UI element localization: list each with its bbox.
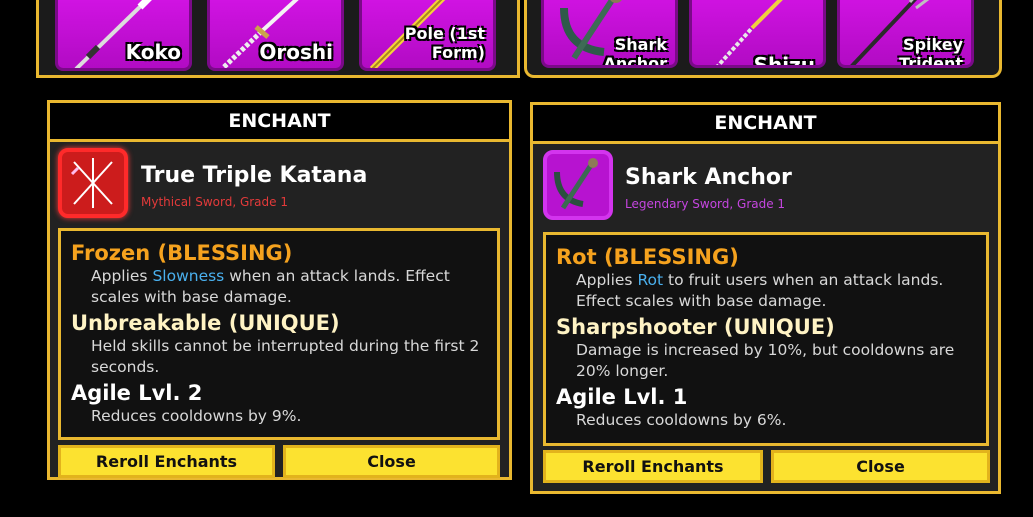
weapon-slot-koko[interactable]: Koko: [55, 0, 192, 71]
reroll-enchants-button[interactable]: Reroll Enchants: [58, 445, 275, 478]
enchant-description: Reduces cooldowns by 9%.: [91, 407, 302, 425]
enchant-list[interactable]: Rot (BLESSING) Applies Rot to fruit user…: [543, 232, 989, 446]
enchant-description: Reduces cooldowns by 6%.: [576, 411, 787, 429]
item-name: Shark Anchor: [625, 165, 792, 190]
weapon-slot-spikey-trident[interactable]: Spikey Trident: [837, 0, 974, 68]
enchant-name: Frozen (BLESSING): [71, 241, 293, 265]
panel-title: ENCHANT: [50, 103, 509, 142]
enchant-description: Damage is increased by 10%, but cooldown…: [576, 341, 955, 380]
weapon-slot-shizu[interactable]: Shizu: [689, 0, 826, 68]
weapon-slot-label: Spikey Trident: [899, 35, 963, 68]
enchant-panel-true-triple-katana: ENCHANT True Triple Katana Mythical Swor…: [47, 100, 512, 480]
weapon-slot-label: Koko: [125, 40, 181, 64]
weapon-slot-label: Shark Anchor: [603, 35, 667, 68]
shark-anchor-icon: [554, 158, 598, 210]
weapon-slot-shark-anchor[interactable]: Shark Anchor: [541, 0, 678, 68]
status-keyword: Slowness: [152, 267, 225, 285]
weapon-slot-label: Pole (1st Form): [404, 24, 485, 62]
item-subtitle: Legendary Sword, Grade 1: [625, 197, 786, 211]
enchant-name: Agile Lvl. 1: [556, 385, 688, 409]
item-icon-frame: [543, 150, 613, 220]
enchant-name: Unbreakable (UNIQUE): [71, 311, 340, 335]
inventory-strip-right: Shark Anchor Shizu Spikey Trident: [524, 0, 1002, 78]
enchant-description: Applies Slowness when an attack lands. E…: [91, 267, 450, 306]
enchant-description: Held skills cannot be interrupted during…: [91, 337, 480, 376]
enchant-panel-shark-anchor: ENCHANT Shark Anchor Legendary Sword, Gr…: [530, 102, 1001, 494]
item-name: True Triple Katana: [141, 163, 368, 188]
item-subtitle: Mythical Sword, Grade 1: [141, 195, 288, 209]
enchant-name: Sharpshooter (UNIQUE): [556, 315, 835, 339]
close-button[interactable]: Close: [283, 445, 500, 478]
enchant-name: Rot (BLESSING): [556, 245, 739, 269]
weapon-slot-label: Oroshi: [259, 40, 333, 64]
status-keyword: Rot: [637, 271, 664, 289]
reroll-enchants-button[interactable]: Reroll Enchants: [543, 450, 763, 483]
enchant-description: Applies Rot to fruit users when an attac…: [576, 271, 944, 310]
weapon-slot-pole[interactable]: Pole (1st Form): [359, 0, 496, 71]
inventory-strip-left: Koko Oroshi Pole (1st Form): [36, 0, 520, 78]
panel-title: ENCHANT: [533, 105, 998, 144]
enchant-list[interactable]: Frozen (BLESSING) Applies Slowness when …: [58, 228, 500, 440]
close-button[interactable]: Close: [771, 450, 990, 483]
weapon-slot-label: Shizu: [753, 53, 815, 68]
weapon-slot-oroshi[interactable]: Oroshi: [207, 0, 344, 71]
item-icon-frame: [58, 148, 128, 218]
triple-katana-icon: [70, 158, 113, 208]
enchant-name: Agile Lvl. 2: [71, 381, 203, 405]
